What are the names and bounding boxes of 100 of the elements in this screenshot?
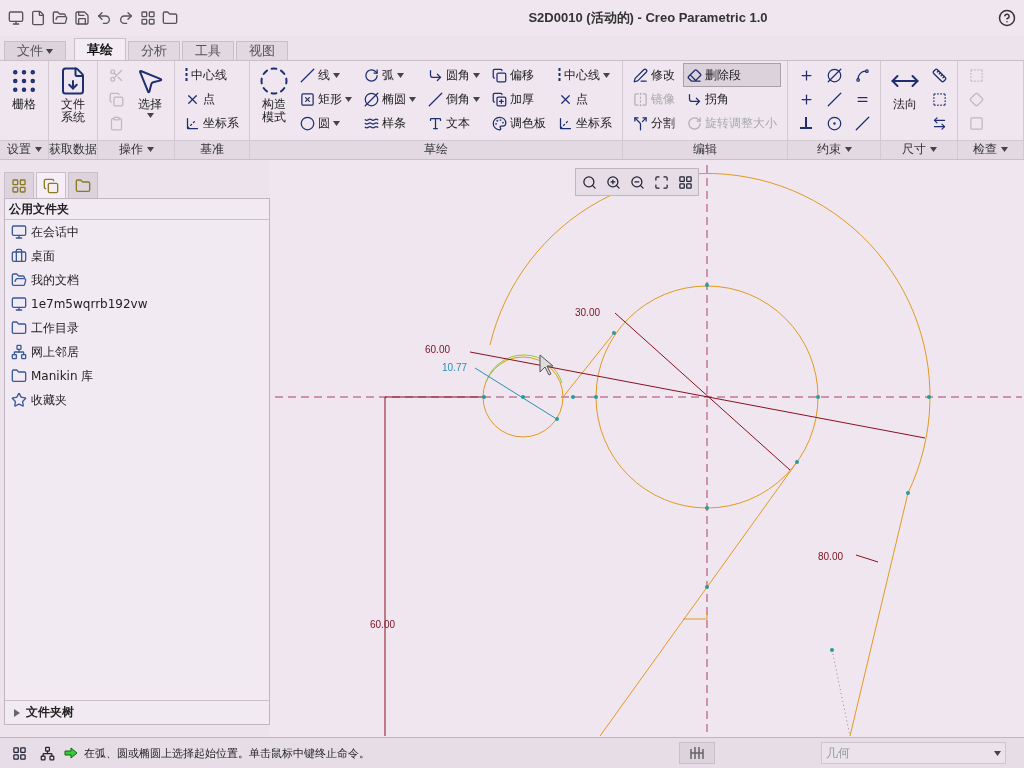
- monitor-icon: [11, 224, 27, 240]
- folder-item[interactable]: 在会话中: [5, 220, 269, 244]
- diagonal-line-icon: [826, 91, 842, 107]
- network-icon: [11, 344, 27, 360]
- ribbon-button[interactable]: 选择: [132, 63, 168, 121]
- ribbon-button[interactable]: 椭圆: [360, 87, 420, 111]
- tree-icon: [11, 177, 27, 194]
- rotate-icon: [687, 115, 702, 131]
- folder-item[interactable]: Manikin 库: [5, 364, 269, 388]
- palette-icon: [492, 115, 507, 131]
- ribbon-button[interactable]: 矩形: [296, 87, 356, 111]
- ribbon-button[interactable]: 调色板: [488, 111, 550, 135]
- plus-icon: [798, 67, 814, 83]
- ribbon-button[interactable]: 线: [296, 63, 356, 87]
- eraser-icon: [687, 67, 702, 83]
- group-label: 编辑: [693, 141, 717, 159]
- folder-icon[interactable]: [162, 10, 178, 26]
- ribbon-button[interactable]: 圆角: [424, 63, 484, 87]
- ribbon-button[interactable]: 坐标系: [181, 111, 243, 135]
- ribbon-tab[interactable]: 分析: [128, 41, 180, 60]
- vertex-dot: [612, 331, 616, 335]
- line-icon: [300, 67, 315, 83]
- vertex-dot: [705, 585, 709, 589]
- caret-icon: [146, 147, 154, 153]
- folder-tree-toggle[interactable]: 文件夹树: [5, 700, 269, 724]
- ribbon-button[interactable]: 点: [181, 87, 243, 111]
- vertex-dot: [594, 395, 598, 399]
- panel-tab[interactable]: [36, 172, 66, 198]
- folder-item[interactable]: 桌面: [5, 244, 269, 268]
- folder-item[interactable]: 我的文档: [5, 268, 269, 292]
- square-icon: [968, 115, 984, 131]
- folder-item[interactable]: 1e7m5wqrrb192vw: [5, 292, 269, 316]
- bars-icon: [690, 747, 704, 759]
- vertex-dot: [482, 395, 486, 399]
- folder-item[interactable]: 收藏夹: [5, 388, 269, 412]
- folder-icon: [11, 368, 27, 384]
- undo-icon[interactable]: [96, 10, 112, 26]
- vertex-dot: [705, 506, 709, 510]
- ribbon-button[interactable]: 圆: [296, 111, 356, 135]
- window-icon[interactable]: [140, 10, 156, 26]
- panel-tab[interactable]: [68, 172, 98, 198]
- ribbon-button[interactable]: 中心线: [554, 63, 616, 87]
- folder-icon: [11, 320, 27, 336]
- folder-icon: [75, 177, 91, 194]
- caret-icon: [397, 72, 404, 78]
- ribbon-button[interactable]: 倒角: [424, 87, 484, 111]
- caret-icon: [473, 96, 480, 102]
- dimension-label: 60.00: [370, 619, 396, 630]
- ribbon-button[interactable]: 文件系统: [55, 63, 91, 127]
- selection-filter-button[interactable]: [679, 742, 715, 764]
- dashed-square-icon: [968, 67, 984, 83]
- ribbon-button[interactable]: 坐标系: [554, 111, 616, 135]
- vertex-dot: [830, 648, 834, 652]
- ribbon-button[interactable]: 拐角: [683, 87, 781, 111]
- ribbon-button[interactable]: 中心线: [181, 63, 243, 87]
- circle-dot-icon: [826, 115, 842, 131]
- panel-tab[interactable]: [4, 172, 34, 198]
- ribbon-button[interactable]: 加厚: [488, 87, 550, 111]
- ribbon-tab[interactable]: 草绘: [74, 38, 126, 60]
- ribbon-button[interactable]: 构造模式: [256, 63, 292, 127]
- folder-item[interactable]: 网上邻居: [5, 340, 269, 364]
- ellipse-icon: [364, 91, 379, 107]
- ribbon-button[interactable]: 文本: [424, 111, 484, 135]
- open-folder-icon[interactable]: [52, 10, 68, 26]
- file-menu[interactable]: 文件: [4, 41, 66, 60]
- vertex-dot: [906, 491, 910, 495]
- vertex-dot: [555, 417, 559, 421]
- offset-icon: [492, 67, 507, 83]
- circle-slash-icon: [826, 67, 842, 83]
- ribbon-tab[interactable]: 工具: [182, 41, 234, 60]
- cursor-icon: [539, 354, 554, 376]
- panel-header: 公用文件夹: [5, 199, 269, 220]
- ribbon-button[interactable]: 点: [554, 87, 616, 111]
- caret-icon: [929, 147, 937, 153]
- vertex-dot: [816, 395, 820, 399]
- ribbon-button[interactable]: 修改: [629, 63, 679, 87]
- folder-item[interactable]: 工作目录: [5, 316, 269, 340]
- ribbon-button[interactable]: 样条: [360, 111, 420, 135]
- caret-icon: [603, 72, 610, 78]
- leader-line: [855, 554, 879, 563]
- ribbon-button[interactable]: 分割: [629, 111, 679, 135]
- app-icon[interactable]: [8, 10, 24, 26]
- window-title: S2D0010 (活动的) - Creo Parametric 1.0: [527, 9, 769, 27]
- ribbon-button[interactable]: 法向: [887, 63, 923, 114]
- save-icon[interactable]: [74, 10, 90, 26]
- ribbon-button[interactable]: 弧: [360, 63, 420, 87]
- new-file-icon[interactable]: [30, 10, 46, 26]
- redo-icon[interactable]: [118, 10, 134, 26]
- caret-icon: [34, 147, 42, 153]
- caret-icon: [473, 72, 480, 78]
- ribbon-button[interactable]: 栅格: [6, 63, 42, 114]
- sketch-line: [562, 332, 615, 398]
- axes-icon: [558, 115, 573, 131]
- ribbon-tab[interactable]: 视图: [236, 41, 288, 60]
- star-icon: [11, 392, 27, 408]
- ribbon-button[interactable]: 删除段: [683, 63, 781, 87]
- help-icon[interactable]: [998, 9, 1016, 27]
- ribbon-button[interactable]: 偏移: [488, 63, 550, 87]
- group-label: 基准: [200, 141, 224, 159]
- mirror-icon: [633, 91, 648, 107]
